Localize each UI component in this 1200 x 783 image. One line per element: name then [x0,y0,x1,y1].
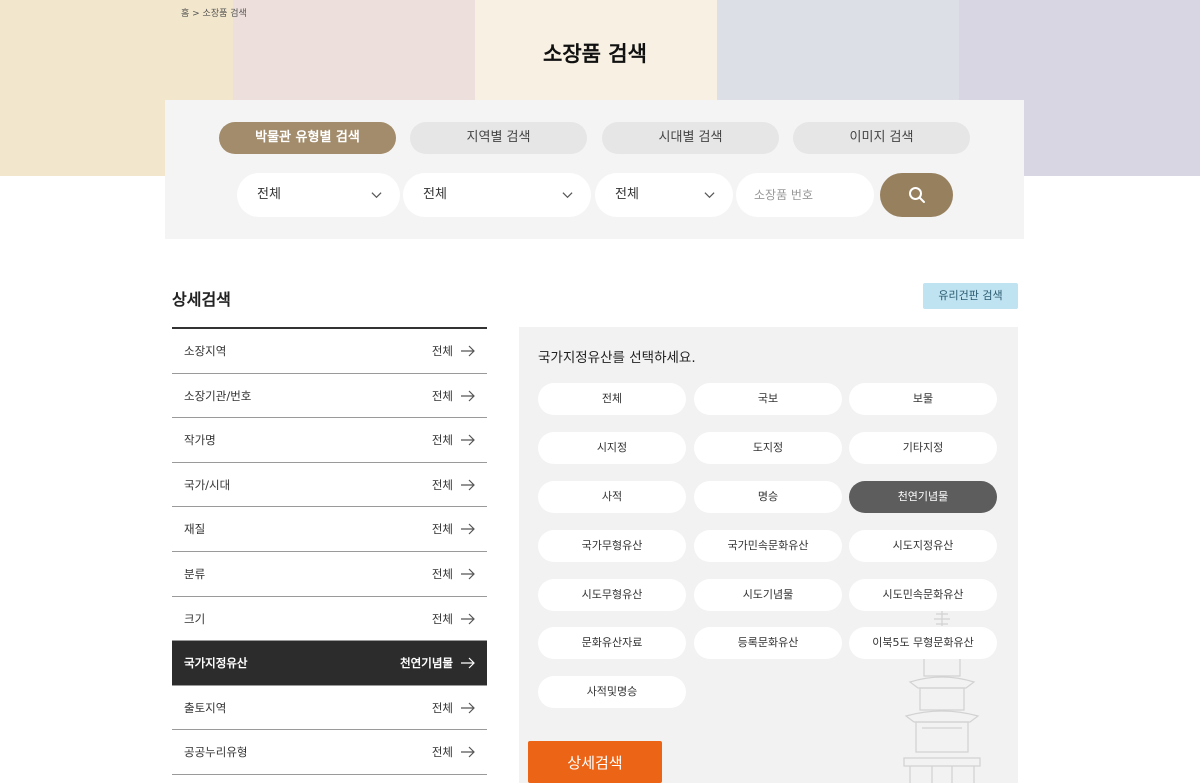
filter-value: 전체 [431,566,453,581]
filter-row-size[interactable]: 크기 전체 [172,597,487,642]
heritage-chip[interactable]: 사적및명승 [538,676,686,708]
arrow-right-icon [461,434,475,446]
item-number-input[interactable] [736,173,874,217]
heritage-chip[interactable]: 시도민속문화유산 [849,579,997,611]
heritage-chip[interactable]: 시도기념물 [694,579,842,611]
filter-value: 천연기념물 [400,656,453,671]
search-icon [909,187,925,203]
filter-label: 크기 [184,611,206,626]
arrow-right-icon [461,345,475,357]
page-title: 소장품 검색 [543,42,647,66]
filter-value: 전체 [431,388,453,403]
heritage-chip[interactable]: 보물 [849,383,997,415]
filter-value: 전체 [431,745,453,760]
tab-museum-type[interactable]: 박물관 유형별 검색 [219,122,396,154]
heritage-chip[interactable]: 전체 [538,383,686,415]
filter-list: 소장지역 전체 소장기관/번호 전체 작가명 전체 국가/시대 전체 재질 전체… [172,327,487,775]
filter-value: 전체 [431,700,453,715]
filter-label: 분류 [184,566,206,581]
arrow-right-icon [461,390,475,402]
heritage-chip[interactable]: 국가무형유산 [538,530,686,562]
detail-search-submit-button[interactable]: 상세검색 [528,741,662,783]
chevron-down-icon [704,192,715,199]
heritage-chip[interactable]: 국가민속문화유산 [694,530,842,562]
chevron-down-icon [562,192,573,199]
filter-label: 재질 [184,522,206,537]
filter-row-kogl-type[interactable]: 공공누리유형 전체 [172,730,487,775]
filter-label: 소장지역 [184,344,227,358]
filter-label: 작가명 [184,433,216,448]
arrow-right-icon [461,479,475,491]
arrow-right-icon [461,746,475,758]
filter-row-excavation-region[interactable]: 출토지역 전체 [172,686,487,731]
arrow-right-icon [461,523,475,535]
filter-row-institution[interactable]: 소장기관/번호 전체 [172,374,487,419]
heritage-chip-selected[interactable]: 천연기념물 [849,481,997,513]
filter-row-category[interactable]: 분류 전체 [172,552,487,597]
tab-image[interactable]: 이미지 검색 [793,122,970,154]
heritage-chip[interactable]: 문화유산자료 [538,627,686,659]
select-museum-type-2[interactable]: 전체 [403,173,591,217]
filter-row-national-heritage[interactable]: 국가지정유산 천연기념물 [172,641,487,686]
tab-region[interactable]: 지역별 검색 [410,122,587,154]
select-value: 전체 [257,187,281,202]
heritage-chip[interactable]: 기타지정 [849,432,997,464]
select-value: 전체 [423,187,447,202]
filter-row-material[interactable]: 재질 전체 [172,507,487,552]
heritage-chip[interactable]: 도지정 [694,432,842,464]
filter-label: 국가/시대 [184,477,231,492]
search-panel: 박물관 유형별 검색 지역별 검색 시대별 검색 이미지 검색 전체 전체 전체 [165,100,1024,239]
select-museum-type-3[interactable]: 전체 [595,173,733,217]
detail-search-title: 상세검색 [172,290,231,309]
arrow-right-icon [461,657,475,669]
search-button[interactable] [880,173,953,217]
filter-value: 전체 [431,433,453,448]
filter-label: 공공누리유형 [184,745,248,760]
select-museum-type-1[interactable]: 전체 [237,173,400,217]
heritage-chip[interactable]: 이북5도 무형문화유산 [849,627,997,659]
heritage-chip[interactable]: 등록문화유산 [694,627,842,659]
arrow-right-icon [461,613,475,624]
filter-row-country-era[interactable]: 국가/시대 전체 [172,463,487,508]
heritage-options-panel: 국가지정유산를 선택하세요. 전체 국보 보물 시지정 도지정 기타지정 사적 … [519,327,1018,783]
chevron-down-icon [371,192,382,199]
heritage-prompt: 국가지정유산를 선택하세요. [538,350,696,366]
filter-label: 국가지정유산 [184,656,248,671]
arrow-right-icon [461,568,475,580]
select-value: 전체 [615,187,639,202]
heritage-chip[interactable]: 시도무형유산 [538,579,686,611]
breadcrumb: 홈 > 소장품 검색 [181,9,247,19]
filter-row-collection-region[interactable]: 소장지역 전체 [172,329,487,374]
heritage-chip[interactable]: 명승 [694,481,842,513]
filter-row-artist[interactable]: 작가명 전체 [172,418,487,463]
arrow-right-icon [461,702,475,714]
heritage-chip[interactable]: 사적 [538,481,686,513]
glass-plate-search-button[interactable]: 유리건판 검색 [923,283,1018,309]
heritage-chip[interactable]: 국보 [694,383,842,415]
filter-label: 출토지역 [184,700,227,715]
filter-label: 소장기관/번호 [184,388,252,403]
filter-value: 전체 [431,344,453,358]
filter-value: 전체 [431,522,453,537]
heritage-chip[interactable]: 시도지정유산 [849,530,997,562]
filter-value: 전체 [431,477,453,492]
filter-value: 전체 [431,611,453,626]
heritage-chip[interactable]: 시지정 [538,432,686,464]
tab-era[interactable]: 시대별 검색 [602,122,779,154]
